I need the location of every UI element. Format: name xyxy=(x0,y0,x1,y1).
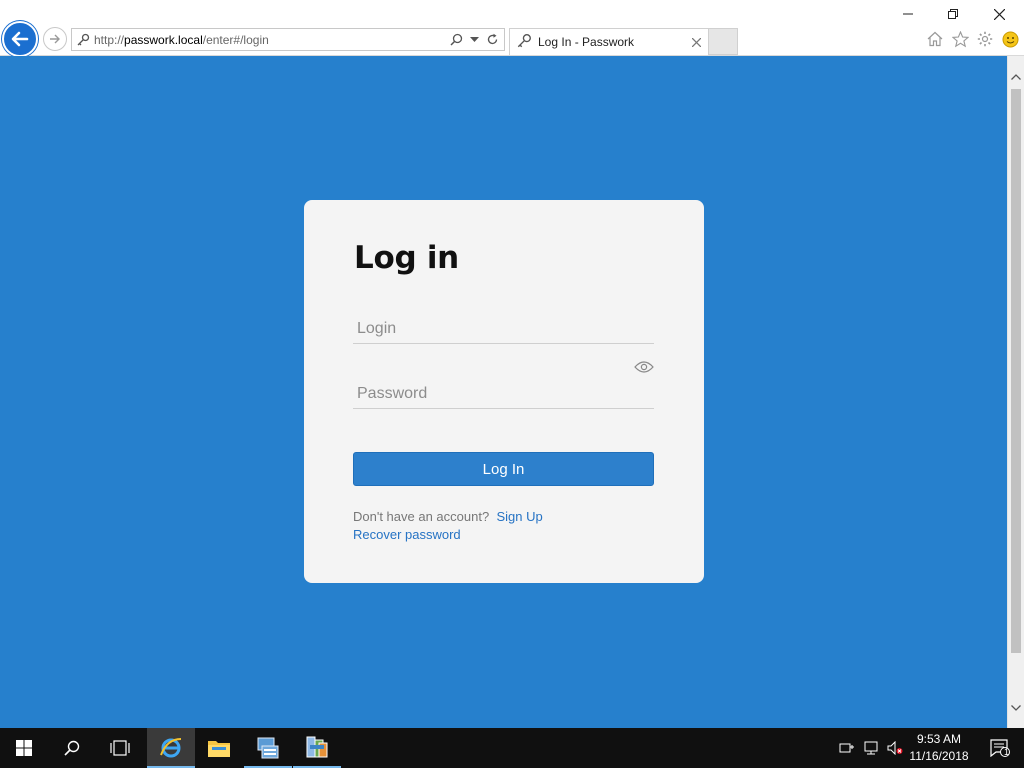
task-view-button[interactable] xyxy=(96,728,144,768)
volume-muted-icon[interactable] xyxy=(884,741,906,755)
tab-title: Log In - Passwork xyxy=(538,35,635,49)
folder-icon xyxy=(208,741,230,757)
password-input[interactable] xyxy=(353,379,654,408)
action-center-button[interactable]: 1 xyxy=(976,728,1024,768)
login-field-wrapper xyxy=(353,314,654,344)
taskbar-file-explorer[interactable] xyxy=(195,728,243,768)
no-account-text: Don't have an account? xyxy=(353,509,490,524)
search-icon xyxy=(64,740,80,756)
network-icon[interactable] xyxy=(858,741,884,755)
signup-row: Don't have an account? Sign Up xyxy=(353,508,543,526)
page-title: Log in xyxy=(354,240,459,276)
browser-toolbar xyxy=(925,28,1020,50)
url-path: /enter#/login xyxy=(202,32,269,47)
vertical-scrollbar[interactable] xyxy=(1007,56,1024,728)
search-icon[interactable] xyxy=(448,32,464,48)
recover-row: Recover password xyxy=(353,526,543,544)
clock-date: 11/16/2018 xyxy=(909,749,969,763)
back-button[interactable] xyxy=(2,21,38,57)
browser-tab-active[interactable]: Log In - Passwork xyxy=(509,28,709,55)
minimize-button[interactable] xyxy=(885,0,931,28)
internet-explorer-icon xyxy=(160,738,182,758)
restore-icon xyxy=(948,9,958,19)
home-icon[interactable] xyxy=(925,29,945,49)
restore-button[interactable] xyxy=(930,0,976,28)
system-tray xyxy=(836,728,906,768)
scroll-down-icon[interactable] xyxy=(1008,699,1024,716)
account-links: Don't have an account? Sign Up Recover p… xyxy=(353,508,543,544)
url-host: passwork.local xyxy=(124,32,203,47)
gear-icon[interactable] xyxy=(975,29,995,49)
close-window-button[interactable] xyxy=(976,0,1022,28)
scrollbar-thumb[interactable] xyxy=(1011,89,1021,653)
taskbar-server-manager[interactable] xyxy=(244,728,292,768)
close-tab-icon[interactable] xyxy=(690,36,702,48)
arrow-right-icon xyxy=(50,34,60,44)
smiley-feedback-icon[interactable] xyxy=(1000,29,1020,49)
minimize-icon xyxy=(903,13,913,15)
favorites-star-icon[interactable] xyxy=(950,29,970,49)
browser-chrome: http://passwork.local/enter#/login Log I… xyxy=(0,0,1024,57)
taskbar-clock[interactable]: 9:53 AM 11/16/2018 xyxy=(904,731,974,765)
key-icon xyxy=(516,33,532,52)
clock-time: 9:53 AM xyxy=(916,732,962,746)
chevron-down-icon[interactable] xyxy=(466,32,482,48)
address-url[interactable]: http://passwork.local/enter#/login xyxy=(94,33,269,47)
login-button[interactable]: Log In xyxy=(353,452,654,486)
password-field-wrapper xyxy=(353,361,654,409)
scroll-up-icon[interactable] xyxy=(1008,68,1024,85)
address-bar[interactable]: http://passwork.local/enter#/login xyxy=(71,28,505,51)
server-manager-icon xyxy=(257,737,279,759)
login-card: Log in Log In Don't have an account? Sig… xyxy=(304,200,704,583)
network-devices-icon[interactable] xyxy=(836,742,858,754)
key-icon xyxy=(72,29,94,50)
taskbar: 9:53 AM 11/16/2018 1 xyxy=(0,728,1024,768)
address-tools xyxy=(448,32,504,48)
recover-password-link[interactable]: Recover password xyxy=(353,527,461,542)
start-button[interactable] xyxy=(0,728,48,768)
task-view-icon xyxy=(110,740,130,756)
eye-icon[interactable] xyxy=(634,359,654,375)
package-icon xyxy=(306,736,328,758)
arrow-left-icon xyxy=(11,31,29,47)
notification-count: 1 xyxy=(1004,747,1010,757)
url-scheme: http:// xyxy=(94,32,125,47)
close-icon xyxy=(993,8,1005,20)
taskbar-internet-explorer[interactable] xyxy=(147,728,195,768)
new-tab-button[interactable] xyxy=(709,28,738,55)
windows-logo-icon xyxy=(16,740,32,756)
taskbar-search-button[interactable] xyxy=(48,728,96,768)
taskbar-app-installer[interactable] xyxy=(293,728,341,768)
refresh-icon[interactable] xyxy=(484,32,500,48)
page-background: Log in Log In Don't have an account? Sig… xyxy=(0,56,1007,728)
signup-link[interactable]: Sign Up xyxy=(496,509,542,524)
login-input[interactable] xyxy=(353,314,654,343)
forward-button[interactable] xyxy=(43,27,67,51)
